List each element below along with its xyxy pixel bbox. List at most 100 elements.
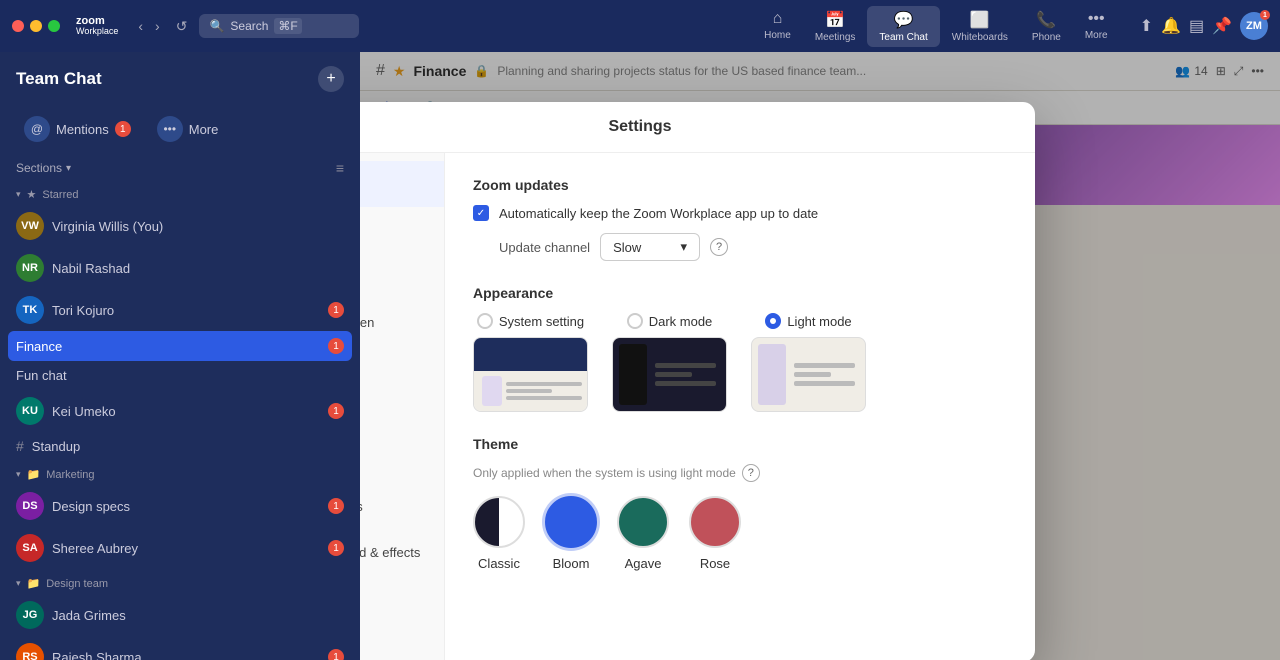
avatar: NR [16,254,44,282]
list-item[interactable]: Finance 1 [8,331,352,361]
whiteboards-icon: ⬜ [970,10,990,30]
appearance-option-dark[interactable]: Dark mode [612,313,727,412]
tab-more[interactable]: ••• More [1073,6,1120,47]
maximize-button[interactable] [48,20,60,32]
dark-preview [612,337,727,412]
classic-swatch [473,496,525,548]
dark-radio: Dark mode [627,313,713,329]
list-item[interactable]: SA Sheree Aubrey 1 [0,527,360,569]
settings-nav-share-screen[interactable]: 🖥 Share screen [360,299,444,345]
settings-nav-huddles[interactable]: 🔵 Huddles [360,437,444,483]
history-button[interactable]: ↺ [176,18,188,35]
theme-subtitle: Only applied when the system is using li… [473,464,1007,482]
tab-team-chat-label: Team Chat [879,32,927,43]
more-icon: ••• [157,116,183,142]
settings-nav-background[interactable]: 🖼 Background & effects [360,529,444,575]
update-channel-select[interactable]: Slow ▾ [600,233,700,261]
mentions-badge: 1 [115,121,131,137]
badge: 1 [328,403,344,419]
meetings-icon: 📅 [825,10,845,30]
settings-nav-recording[interactable]: ⏺ Recording [360,575,444,621]
appearance-option-light[interactable]: Light mode [751,313,866,412]
list-item[interactable]: VW Virginia Willis (You) [0,205,360,247]
rose-label: Rose [700,556,730,571]
background-label: Background & effects [360,545,420,560]
settings-modal: Settings ⚙️ General 🎥 Video 🎤 [360,102,1035,660]
marketing-group-header[interactable]: ▾ 📁 Marketing [0,464,360,485]
avatar-badge: 1 [1260,10,1270,20]
theme-subtitle-text: Only applied when the system is using li… [473,466,736,480]
main-layout: Team Chat + @ Mentions 1 ••• More Sectio… [0,52,1280,660]
badge: 1 [328,540,344,556]
chevron-down-icon: ▾ [681,239,688,255]
list-item[interactable]: KU Kei Umeko 1 [0,390,360,432]
tab-meetings[interactable]: 📅 Meetings [803,6,868,47]
auto-update-checkbox[interactable] [473,205,489,221]
zoom-apps-label: Zoom Apps [360,499,363,514]
tab-home[interactable]: ⌂ Home [752,6,803,47]
agave-swatch [617,496,669,548]
tab-whiteboards[interactable]: ⬜ Whiteboards [940,6,1020,47]
list-item[interactable]: JG Jada Grimes [0,594,360,636]
tab-whiteboards-label: Whiteboards [952,32,1008,43]
sidebar: Team Chat + @ Mentions 1 ••• More Sectio… [0,52,360,660]
theme-bloom[interactable]: Bloom [545,496,597,571]
theme-help-icon[interactable]: ? [742,464,760,482]
light-radio: Light mode [765,313,851,329]
finance-badge: 1 [328,338,344,354]
list-item[interactable]: RS Rajesh Sharma 1 [0,636,360,660]
settings-nav-video[interactable]: 🎥 Video [360,207,444,253]
close-button[interactable] [12,20,24,32]
light-label: Light mode [787,314,851,329]
appearance-option-system[interactable]: System setting [473,313,588,412]
starred-group-header[interactable]: ▾ ★ Starred [0,184,360,205]
add-chat-button[interactable]: + [318,66,344,92]
screen-share-icon[interactable]: ⬆ [1140,16,1153,36]
sidebar-toggle-icon[interactable]: ▤ [1189,16,1204,36]
pin-icon[interactable]: 📌 [1212,16,1232,36]
list-item[interactable]: # Standup [0,432,360,460]
back-button[interactable]: ‹ [134,16,147,36]
team-chat-icon: 💬 [894,10,914,30]
search-box[interactable]: 🔍 Search ⌘F [199,14,359,38]
settings-nav-general[interactable]: ⚙️ General [360,161,444,207]
tab-team-chat[interactable]: 💬 Team Chat [867,6,939,47]
chat-name: Rajesh Sharma [52,650,320,660]
settings-nav-team-chat[interactable]: 💬 Team Chat [360,391,444,437]
theme-classic[interactable]: Classic [473,496,525,571]
design-team-group-header[interactable]: ▾ 📁 Design team [0,573,360,594]
list-item[interactable]: NR Nabil Rashad [0,247,360,289]
forward-button[interactable]: › [151,16,164,36]
list-item[interactable]: TK Tori Kojuro 1 [0,289,360,331]
list-item[interactable]: DS Design specs 1 [0,485,360,527]
help-icon[interactable]: ? [710,238,728,256]
appearance-options: System setting [473,313,1007,412]
search-shortcut: ⌘F [274,18,301,34]
more-label: More [189,122,219,137]
minimize-button[interactable] [30,20,42,32]
theme-rose[interactable]: Rose [689,496,741,571]
more-item[interactable]: ••• More [149,112,227,146]
classic-label: Classic [478,556,520,571]
more-icon: ••• [1088,10,1105,28]
tab-phone[interactable]: 📞 Phone [1020,6,1073,47]
brand-logo: zoom Workplace [76,16,118,36]
settings-nav-profile[interactable]: 👤 Profile [360,621,444,660]
zoom-updates-title: Zoom updates [473,177,1007,193]
fun-chat-name: Fun chat [16,368,344,383]
starred-group: ▾ ★ Starred VW Virginia Willis (You) NR … [0,184,360,460]
filter-icon[interactable]: ≡ [336,160,344,176]
list-item[interactable]: Fun chat [0,361,360,390]
theme-agave[interactable]: Agave [617,496,669,571]
chat-list: ▾ ★ Starred VW Virginia Willis (You) NR … [0,184,360,660]
sections-label[interactable]: Sections [16,161,62,175]
user-avatar[interactable]: ZM 1 [1240,12,1268,40]
settings-nav-audio[interactable]: 🎤 Audio [360,253,444,299]
sections-chevron-icon: ▾ [66,163,71,174]
mentions-item[interactable]: @ Mentions 1 [16,112,139,146]
settings-nav-phone[interactable]: 📞 Phone [360,345,444,391]
settings-nav-zoom-apps[interactable]: 🟦 Zoom Apps [360,483,444,529]
star-icon: ★ [27,188,37,201]
chat-name: Jada Grimes [52,608,344,623]
bell-icon[interactable]: 🔔 [1161,16,1181,36]
